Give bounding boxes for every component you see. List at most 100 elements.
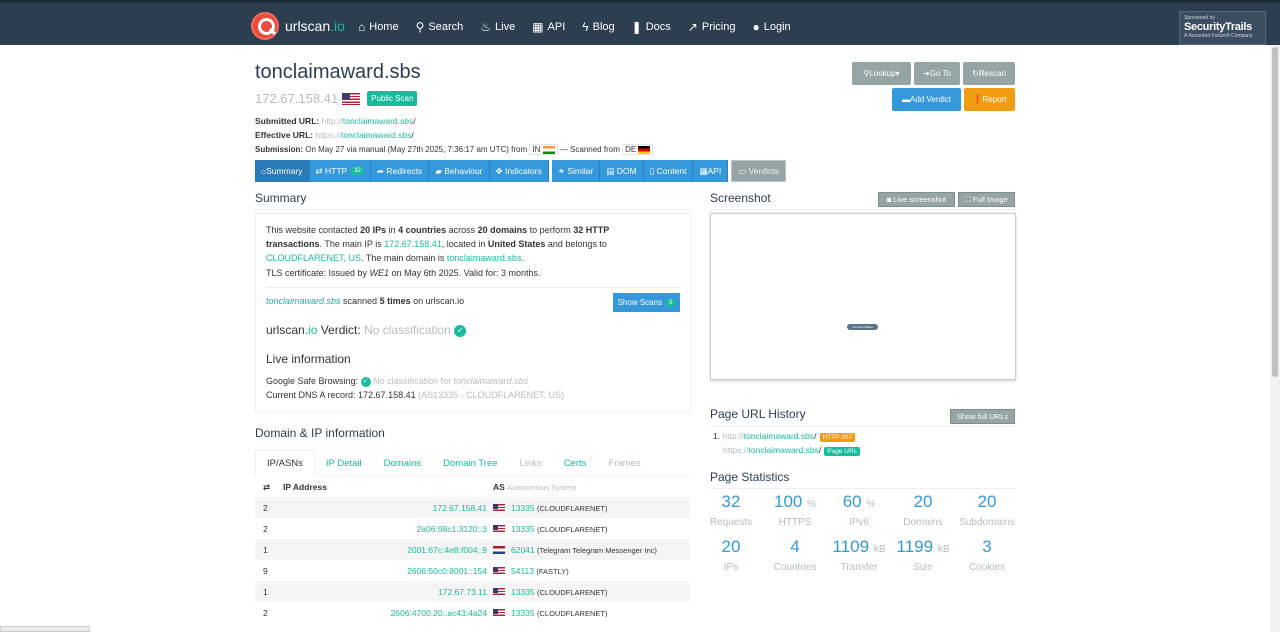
user-icon: ● xyxy=(752,20,760,34)
history-divider xyxy=(710,426,1016,427)
column-as: AS Autonomous System xyxy=(493,482,577,492)
scan-count-info: tonclaimaward.sbs scanned 5 times on url… xyxy=(266,296,465,306)
tab-links[interactable]: Links xyxy=(509,450,553,476)
as-name: (CLOUDFLARENET) xyxy=(537,587,608,597)
tab-indicators[interactable]: ✥ Indicators xyxy=(489,160,549,182)
ip-link[interactable]: 172.67.73.11 xyxy=(283,581,493,602)
asn-link[interactable]: 13335 xyxy=(511,608,535,618)
page-screenshot[interactable] xyxy=(710,213,1016,380)
summary-divider xyxy=(255,209,690,210)
asn-link[interactable]: CLOUDFLARENET, US xyxy=(266,253,361,263)
table-row: 2 2606:4700:20::ac43:4a24 13335 (CLOUDFL… xyxy=(255,602,690,623)
tab-similar[interactable]: ⚭ Similar xyxy=(551,160,601,182)
tab-summary[interactable]: ⌂ Summary xyxy=(255,160,310,182)
history-url-link[interactable]: tonclaimaward.sbs xyxy=(749,445,819,455)
home-icon: ⌂ xyxy=(358,20,366,34)
stat-countries: 4 Countries xyxy=(773,537,817,573)
refresh-icon: ↻ xyxy=(972,69,979,78)
nav-live[interactable]: ♨ Live xyxy=(480,20,515,34)
tab-group-main: ⌂ Summary ⇄ HTTP 32 ➦ Redirects ▰ Behaviou… xyxy=(255,160,549,182)
asn-link[interactable]: 54113 xyxy=(511,566,534,576)
sort-exchange-icon[interactable]: ⇄ xyxy=(255,477,283,497)
table-row: 1 172.67.73.11 13335 (CLOUDFLARENET) xyxy=(255,581,690,602)
history-item: https://tonclaimaward.sbs/Page URL xyxy=(723,445,861,456)
flame-icon: ♨ xyxy=(480,20,492,34)
tab-certs[interactable]: Certs xyxy=(553,450,598,476)
add-verdict-button[interactable]: ▬ Add Verdict xyxy=(892,88,961,111)
tab-domain-tree[interactable]: Domain Tree xyxy=(432,450,508,476)
us-flag-icon xyxy=(342,92,361,105)
effective-url-link[interactable]: tonclaimaward.sbs xyxy=(341,130,411,140)
urlscan-logo-icon xyxy=(251,12,279,40)
nav-docs[interactable]: ❚ Docs xyxy=(632,20,671,34)
arrow-right-icon: ➜ xyxy=(923,69,930,78)
show-scans-button[interactable]: Show Scans 5 xyxy=(613,293,680,312)
show-full-urls-button[interactable]: Show full URLs xyxy=(950,409,1015,424)
comment-icon: ▭ xyxy=(738,165,747,176)
scrollbar-thumb[interactable] xyxy=(1272,47,1278,377)
crosshair-icon: ✥ xyxy=(495,165,503,176)
history-item: 1. http://tonclaimaward.sbs/HTTP 307 xyxy=(713,431,856,442)
tab-domains[interactable]: Domains xyxy=(373,450,433,476)
history-url-link[interactable]: tonclaimaward.sbs xyxy=(744,431,814,441)
rescan-button[interactable]: ↻ Rescan xyxy=(963,62,1015,85)
main-ip: 172.67.158.41 xyxy=(255,91,339,106)
submission-country: IN xyxy=(529,144,558,155)
nav-home[interactable]: ⌂ Home xyxy=(358,20,399,34)
submitted-url-link[interactable]: tonclaimaward.sbs xyxy=(343,116,413,126)
browser-status-bar xyxy=(0,626,90,632)
tab-frames[interactable]: Frames xyxy=(597,450,651,476)
ip-link[interactable]: 2606:4700:20::ac43:4a24 xyxy=(283,602,493,623)
as-name: (CLOUDFLARENET) xyxy=(537,524,608,534)
tab-behaviour[interactable]: ▰ Behaviour xyxy=(429,160,490,182)
tab-http[interactable]: ⇄ HTTP 32 xyxy=(309,160,371,182)
nav-search[interactable]: ⚲ Search xyxy=(416,20,464,34)
scanned-domain-link[interactable]: tonclaimaward.sbs xyxy=(266,296,341,306)
bolt-icon: ϟ xyxy=(582,20,589,34)
nav-login[interactable]: ● Login xyxy=(752,20,790,34)
tab-ip-detail[interactable]: IP Detail xyxy=(315,450,373,476)
ip-link[interactable]: 2a06:98c1:3120::3 xyxy=(283,518,493,539)
full-image-button[interactable]: ⛶ Full Image xyxy=(958,192,1015,207)
tab-dom[interactable]: ▤ DOM xyxy=(600,160,644,182)
asn-link[interactable]: 62041 xyxy=(511,545,535,555)
page-scrollbar[interactable] xyxy=(1270,45,1280,632)
brand-link[interactable]: urlscan.io xyxy=(251,12,345,40)
nav-pricing[interactable]: ↗ Pricing xyxy=(688,20,736,34)
ip-link[interactable]: 2606:50c0:8001::154 xyxy=(283,560,493,581)
tab-ip-asns[interactable]: IP/ASNs xyxy=(255,450,315,476)
report-button[interactable]: ❗ Report xyxy=(964,88,1015,111)
ip-link[interactable]: 2001:67c:4e8:f004::9 xyxy=(283,539,493,560)
domain-ip-tabs: IP/ASNs IP Detail Domains Domain Tree Li… xyxy=(255,450,690,476)
stat-https: 100 % HTTPS xyxy=(773,492,816,528)
table-row: 2 2a06:98c1:3120::3 13335 (CLOUDFLARENET… xyxy=(255,518,690,539)
asn-link[interactable]: 13335 xyxy=(511,524,535,534)
live-screenshot-button[interactable]: ◙ Live screenshot xyxy=(878,192,955,207)
lookup-dropdown-button[interactable]: ⚲ Lookup ▾ xyxy=(852,62,911,85)
stat-ips: 20 IPs xyxy=(721,537,741,573)
sponsor-name: SecurityTrails xyxy=(1184,21,1252,33)
main-domain-link[interactable]: tonclaimaward.sbs xyxy=(447,253,522,263)
tab-content[interactable]: ▯ Content xyxy=(643,160,694,182)
tab-redirects[interactable]: ➦ Redirects xyxy=(370,160,430,182)
nav-api[interactable]: ▦ API xyxy=(532,20,565,34)
dns-record-line: Current DNS A record: 172.67.158.41 (AS1… xyxy=(266,390,565,400)
stat-requests: 32 Requests xyxy=(709,492,753,528)
main-ip-link[interactable]: 172.67.158.41 xyxy=(384,239,442,249)
asn-link[interactable]: 13335 xyxy=(511,503,535,513)
verdict-line: urlscan.io Verdict: No classification ✓ xyxy=(266,323,467,337)
ip-link[interactable]: 172.67.158.41 xyxy=(283,497,493,518)
summary-heading: Summary xyxy=(255,191,307,205)
nav-blog[interactable]: ϟ Blog xyxy=(582,20,614,34)
tab-verdicts[interactable]: ▭ Verdicts xyxy=(731,160,786,182)
tls-info: TLS certificate: Issued by WE1 on May 6t… xyxy=(266,268,541,278)
exclamation-icon: ❗ xyxy=(972,95,983,104)
page-url-tag: Page URL xyxy=(824,447,861,456)
asn-link[interactable]: 13335 xyxy=(511,587,535,597)
safe-browsing-line: Google Safe Browsing: ✓ No classificatio… xyxy=(266,376,529,387)
sponsor-banner[interactable]: Sponsored by SecurityTrails A Recorded F… xyxy=(1179,11,1266,45)
screenshot-button-preview: Connect Wallet xyxy=(847,324,878,330)
goto-button[interactable]: ➜ Go To xyxy=(914,62,960,85)
tab-api[interactable]: ▦ API xyxy=(693,160,729,182)
submitted-url-line: Submitted URL: http://tonclaimaward.sbs/ xyxy=(255,116,416,126)
